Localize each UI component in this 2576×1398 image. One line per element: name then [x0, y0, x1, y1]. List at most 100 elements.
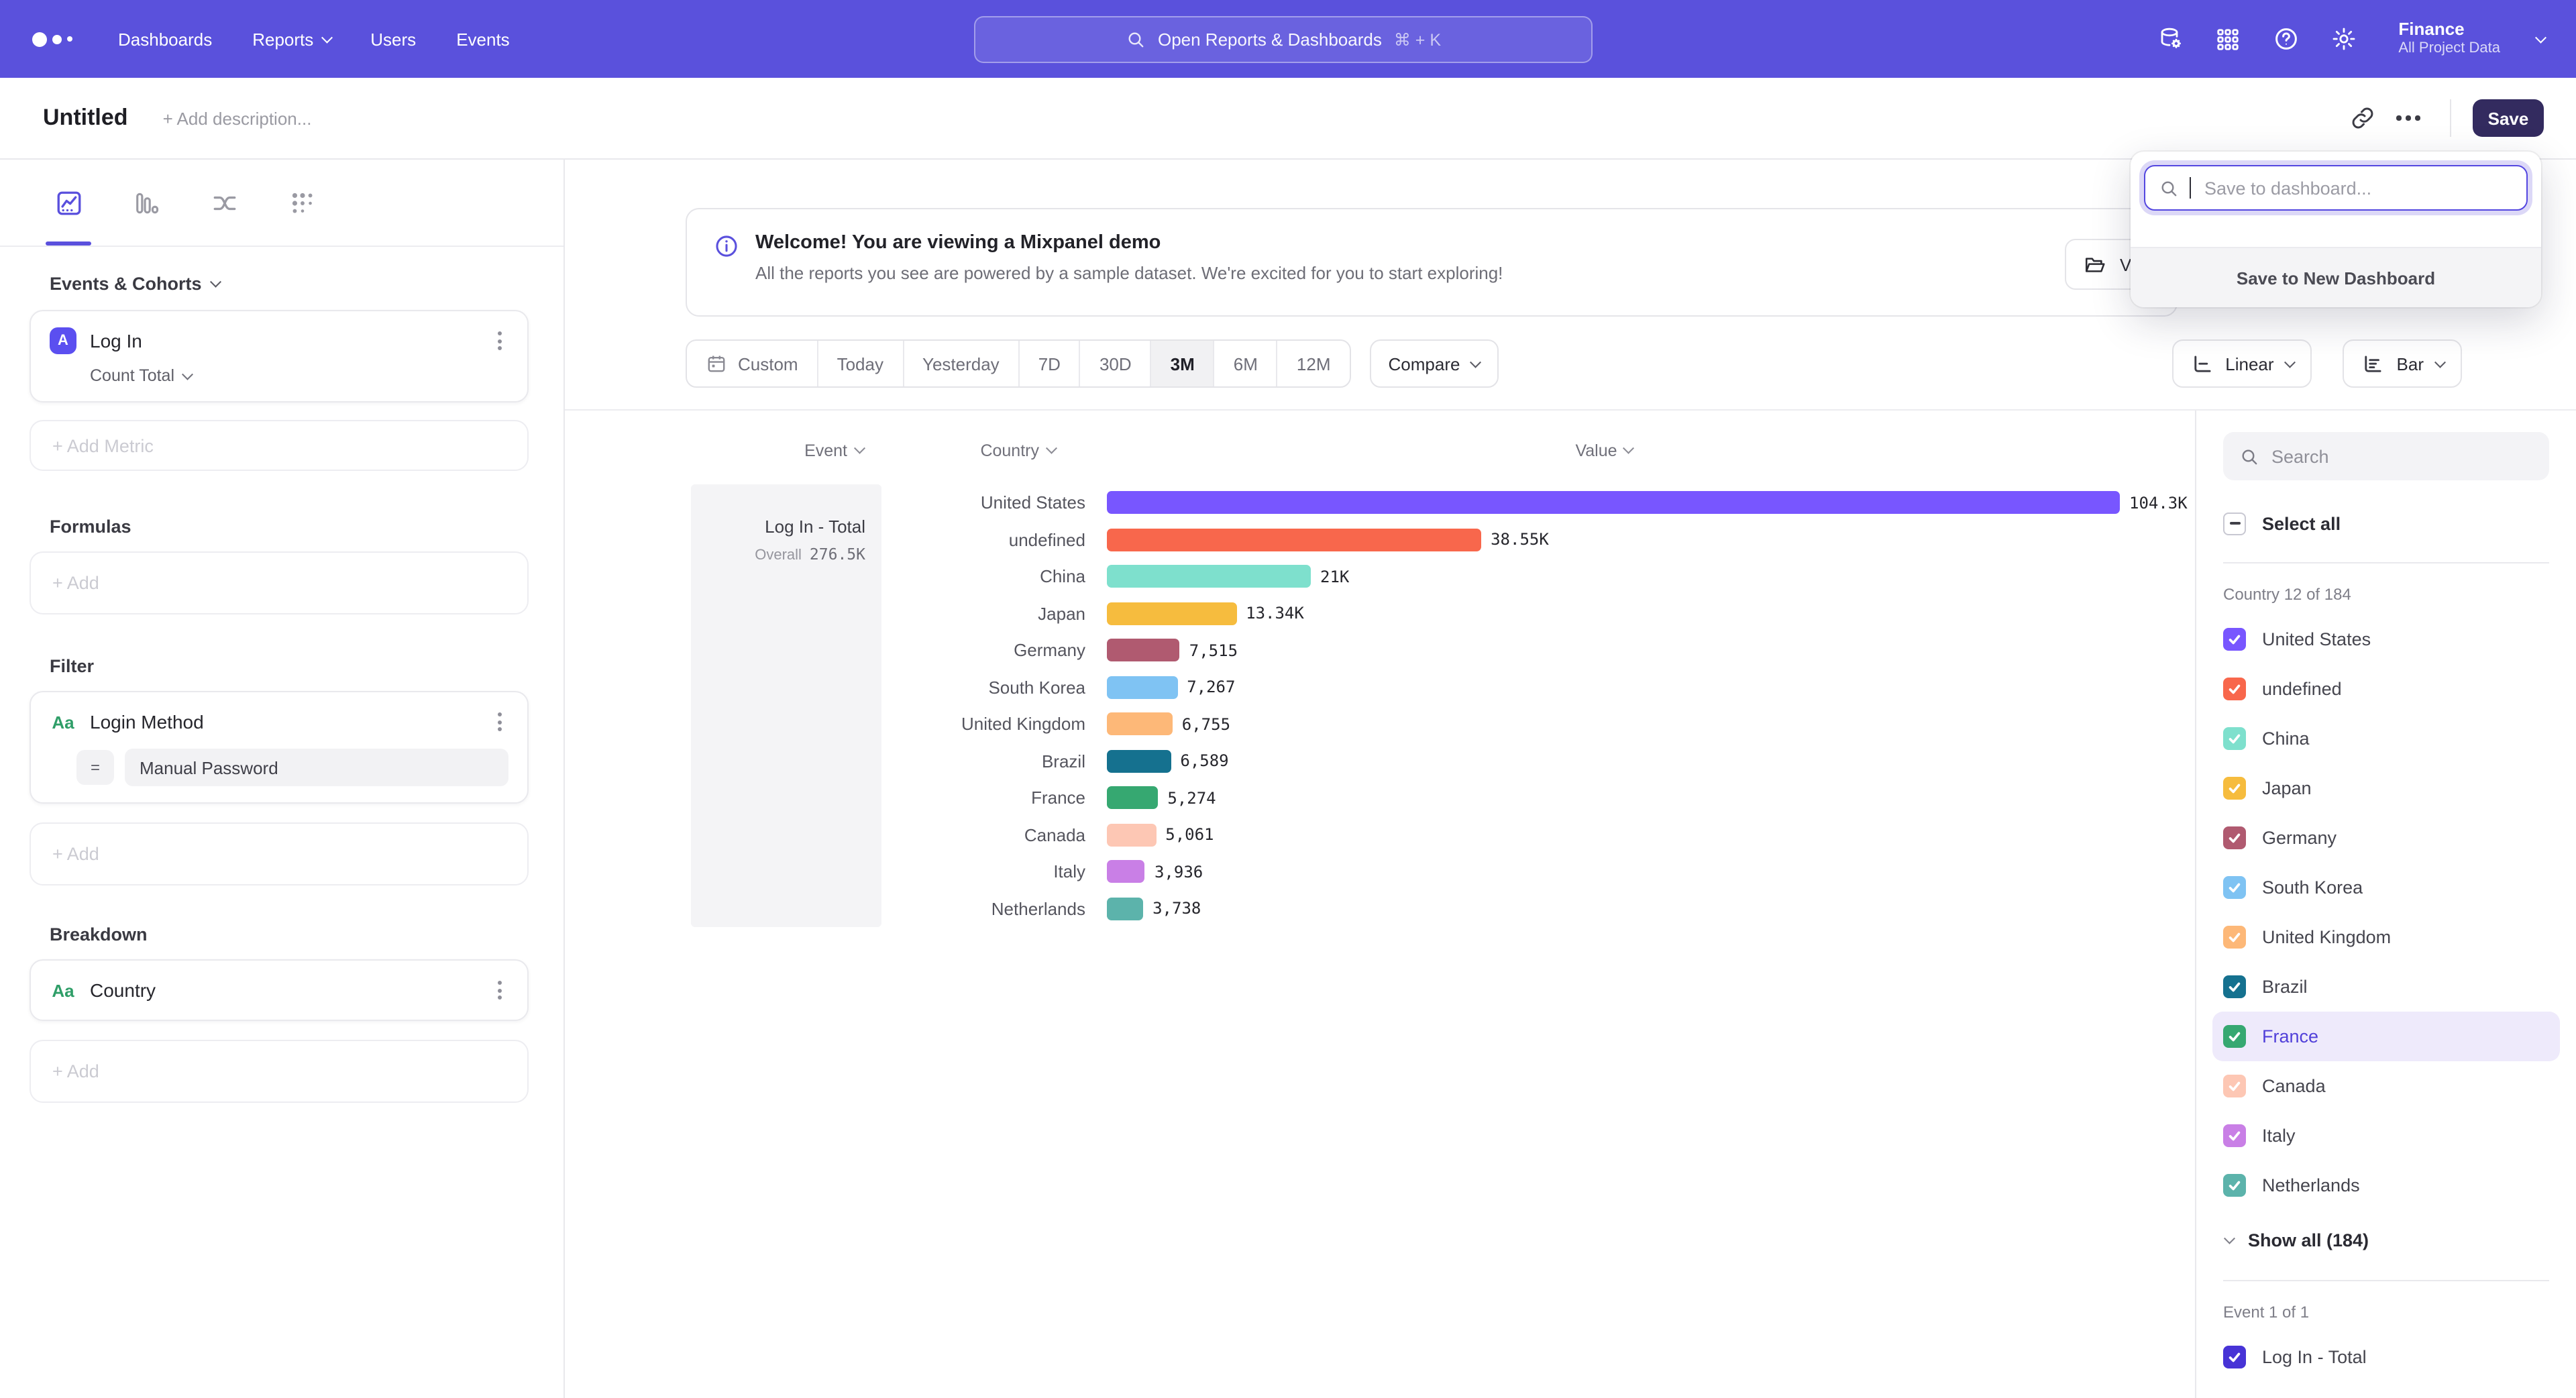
project-switcher[interactable]: Finance All Project Data [2398, 19, 2500, 59]
bar[interactable] [1107, 787, 1158, 810]
checkbox-checked[interactable] [2223, 1025, 2246, 1048]
country-filter-item[interactable]: Canada [2212, 1061, 2560, 1111]
compare-button[interactable]: Compare [1370, 339, 1499, 388]
kebab-menu-icon[interactable] [491, 327, 508, 354]
string-property-badge: Aa [50, 980, 76, 1000]
checkbox-checked[interactable] [2223, 727, 2246, 750]
date-range-12m[interactable]: 12M [1278, 341, 1350, 386]
checkbox-indeterminate[interactable] [2223, 512, 2246, 535]
date-range-custom[interactable]: Custom [687, 341, 818, 386]
checkbox-checked[interactable] [2223, 1075, 2246, 1097]
country-filter-item[interactable]: China [2212, 714, 2560, 763]
bar[interactable] [1107, 529, 1481, 551]
country-filter-item[interactable]: France [2212, 1012, 2560, 1061]
add-description[interactable]: + Add description... [163, 108, 312, 128]
date-range-yesterday[interactable]: Yesterday [904, 341, 1020, 386]
aggregation-selector[interactable]: Count Total [50, 366, 508, 385]
breakdown-card-country[interactable]: Aa Country [30, 959, 529, 1021]
global-search-bar[interactable]: Open Reports & Dashboards ⌘ + K [974, 16, 1593, 63]
bar[interactable] [1107, 676, 1177, 699]
date-range-30d[interactable]: 30D [1081, 341, 1152, 386]
country-filter-item[interactable]: Germany [2212, 813, 2560, 863]
date-range-today[interactable]: Today [818, 341, 904, 386]
country-filter-item[interactable]: United Kingdom [2212, 912, 2560, 962]
checkbox-checked[interactable] [2223, 975, 2246, 998]
country-filter-item[interactable]: Italy [2212, 1111, 2560, 1161]
nav-users[interactable]: Users [370, 29, 416, 49]
date-range-6m[interactable]: 6M [1215, 341, 1278, 386]
bar[interactable] [1107, 898, 1143, 920]
filter-property-name[interactable]: Login Method [90, 711, 204, 733]
country-filter-item[interactable]: undefined [2212, 664, 2560, 714]
save-to-dashboard-input[interactable]: Save to dashboard... [2144, 165, 2528, 211]
more-options-button[interactable] [2385, 99, 2431, 137]
bar[interactable] [1107, 566, 1311, 588]
chart-type-dropdown[interactable]: Bar [2343, 339, 2462, 388]
help-icon[interactable] [2272, 25, 2299, 52]
date-range-7d[interactable]: 7D [1020, 341, 1081, 386]
kebab-menu-icon[interactable] [491, 977, 508, 1004]
nav-reports[interactable]: Reports [252, 29, 330, 49]
bar[interactable] [1107, 861, 1145, 883]
save-button[interactable]: Save [2473, 99, 2544, 137]
data-gear-icon[interactable] [2157, 25, 2184, 52]
chevron-down-icon [1046, 443, 1057, 453]
country-filter-item[interactable]: Brazil [2212, 962, 2560, 1012]
breakdown-property-name[interactable]: Country [90, 979, 156, 1001]
checkbox-checked[interactable] [2223, 876, 2246, 899]
event-name[interactable]: Log In [90, 330, 142, 352]
filter-operator[interactable]: = [76, 750, 114, 785]
event-filter-item[interactable]: Log In - Total [2212, 1332, 2560, 1382]
checkbox-checked[interactable] [2223, 628, 2246, 651]
bar[interactable] [1107, 824, 1156, 847]
legend-search-input[interactable]: Search [2223, 432, 2549, 480]
settings-gear-icon[interactable] [2330, 25, 2357, 52]
add-breakdown-button[interactable]: + Add [30, 1040, 529, 1103]
country-filter-item[interactable]: Japan [2212, 763, 2560, 813]
checkbox-checked[interactable] [2223, 1346, 2246, 1368]
report-title[interactable]: Untitled [43, 105, 128, 131]
bar[interactable] [1107, 602, 1236, 625]
checkbox-checked[interactable] [2223, 1174, 2246, 1197]
chart-scale-dropdown[interactable]: Linear [2171, 339, 2312, 388]
country-filter-item[interactable]: United States [2212, 614, 2560, 664]
column-header-event[interactable]: Event [565, 440, 881, 460]
mixpanel-logo-icon[interactable] [32, 32, 72, 46]
bar[interactable] [1107, 750, 1171, 773]
filter-value[interactable]: Manual Password [125, 749, 508, 786]
checkbox-checked[interactable] [2223, 1124, 2246, 1147]
tab-retention[interactable] [278, 160, 326, 246]
bar[interactable] [1107, 713, 1173, 736]
nav-events[interactable]: Events [456, 29, 510, 49]
checkbox-checked[interactable] [2223, 826, 2246, 849]
column-header-value[interactable]: Value [1097, 440, 2110, 460]
checkbox-checked[interactable] [2223, 777, 2246, 800]
bar[interactable] [1107, 492, 2120, 515]
filter-card-login-method[interactable]: Aa Login Method = Manual Password [30, 691, 529, 804]
add-filter-button[interactable]: + Add [30, 822, 529, 885]
checkbox-checked[interactable] [2223, 926, 2246, 949]
country-filter-item[interactable]: Netherlands [2212, 1161, 2560, 1210]
bar-value-label: 7,515 [1189, 641, 1238, 660]
date-range-3m[interactable]: 3M [1152, 341, 1215, 386]
tab-flows[interactable] [200, 160, 248, 246]
nav-dashboards[interactable]: Dashboards [118, 29, 212, 49]
add-formula-button[interactable]: + Add [30, 551, 529, 614]
bar[interactable] [1107, 639, 1180, 662]
show-all-button[interactable]: Show all (184) [2223, 1216, 2549, 1264]
select-all-row[interactable]: Select all [2223, 507, 2549, 539]
copy-link-icon[interactable] [2340, 99, 2385, 137]
add-metric-button[interactable]: + Add Metric [30, 420, 529, 471]
kebab-menu-icon[interactable] [491, 708, 508, 735]
save-to-new-dashboard-button[interactable]: Save to New Dashboard [2131, 247, 2541, 307]
save-to-dashboard-popover: Save to dashboard... Save to New Dashboa… [2131, 152, 2541, 307]
apps-grid-icon[interactable] [2214, 25, 2241, 52]
checkbox-checked[interactable] [2223, 678, 2246, 700]
events-cohorts-header[interactable]: Events & Cohorts [50, 274, 529, 294]
column-header-country[interactable]: Country [881, 440, 1097, 460]
country-filter-item[interactable]: South Korea [2212, 863, 2560, 912]
country-item-label: United Kingdom [2262, 927, 2391, 947]
metric-card-log-in[interactable]: A Log In Count Total [30, 310, 529, 402]
tab-funnels[interactable] [122, 160, 170, 246]
tab-insights[interactable] [44, 160, 93, 246]
